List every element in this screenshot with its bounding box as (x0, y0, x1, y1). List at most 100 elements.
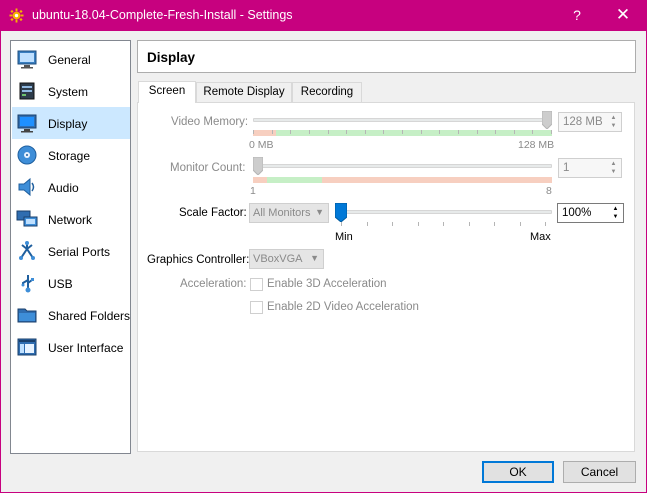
monitor-count-spinbox[interactable]: 1 ▲ ▼ (558, 158, 622, 178)
monitor-count-bar-red (322, 177, 552, 183)
sidebar-item-label: System (48, 85, 89, 99)
enable-3d-acceleration-checkbox[interactable] (250, 278, 263, 291)
monitor-count-slider[interactable] (253, 164, 552, 168)
video-memory-slider[interactable] (253, 118, 552, 122)
slider-tick (341, 222, 342, 226)
scale-factor-min-label: Min (335, 231, 353, 243)
slider-tick (532, 130, 534, 134)
sidebar-item-label: Serial Ports (48, 245, 111, 259)
sidebar-item-network[interactable]: Network (12, 203, 130, 235)
enable-3d-acceleration-label: Enable 3D Acceleration (267, 278, 387, 290)
slider-tick (290, 130, 292, 134)
cancel-button-label: Cancel (580, 465, 619, 479)
graphics-controller-select[interactable]: VBoxVGA ▼ (249, 249, 324, 269)
monitor-count-label: Monitor Count: (170, 162, 246, 174)
slider-tick (271, 130, 273, 134)
monitor-count-value: 1 (563, 162, 570, 174)
video-memory-value: 128 MB (563, 116, 603, 128)
general-icon (17, 50, 37, 69)
sidebar-item-label: User Interface (48, 341, 124, 355)
video-memory-max-label: 128 MB (518, 139, 555, 151)
chevron-down-icon: ▼ (315, 207, 324, 217)
scale-monitor-select-value: All Monitors (253, 207, 311, 219)
user-interface-icon (17, 338, 37, 356)
slider-tick (253, 130, 254, 134)
slider-tick (392, 222, 393, 226)
usb-icon (21, 275, 34, 293)
slider-tick (439, 130, 441, 134)
sidebar-item-label: Storage (48, 149, 91, 163)
scale-factor-label: Scale Factor: (179, 207, 247, 219)
slider-tick (545, 222, 546, 226)
title-bar: ubuntu-18.04-Complete-Fresh-Install - Se… (0, 0, 647, 31)
tab-remote-display[interactable]: Remote Display (196, 82, 292, 102)
sidebar-item-label: Shared Folders (48, 309, 131, 323)
audio-icon (18, 177, 35, 197)
slider-tick (383, 130, 385, 134)
sidebar-item-usb[interactable]: USB (12, 267, 130, 299)
sidebar-item-shared-folders[interactable]: Shared Folders (12, 299, 130, 331)
spin-arrows-icon[interactable]: ▲ ▼ (609, 205, 622, 221)
slider-tick (443, 222, 444, 226)
slider-tick (519, 222, 521, 226)
scale-factor-slider-handle[interactable] (334, 202, 348, 223)
scale-factor-ticks (341, 222, 546, 226)
scale-monitor-select[interactable]: All Monitors ▼ (249, 203, 329, 223)
page-title: Display (147, 50, 196, 65)
shared-folders-icon (17, 308, 37, 323)
slider-tick (417, 222, 419, 226)
video-memory-spinbox[interactable]: 128 MB ▲ ▼ (558, 112, 622, 132)
cancel-button[interactable]: Cancel (563, 461, 636, 483)
video-memory-slider-handle[interactable] (541, 110, 553, 130)
tab-screen[interactable]: Screen (138, 81, 196, 103)
ok-button-label: OK (509, 465, 527, 479)
enable-2d-video-acceleration-checkbox[interactable] (250, 301, 263, 314)
sidebar-item-display[interactable]: Display (12, 107, 130, 139)
help-button[interactable]: ? (562, 0, 592, 31)
slider-tick (327, 130, 329, 134)
sidebar-item-general[interactable]: General (12, 43, 130, 75)
video-memory-ticks (253, 130, 552, 134)
sidebar-item-label: Audio (48, 181, 79, 195)
graphics-controller-label: Graphics Controller: (147, 254, 250, 266)
monitor-count-max-label: 8 (546, 185, 552, 197)
storage-icon (17, 145, 37, 165)
settings-sidebar: General System Display Storage Audio Net… (10, 40, 131, 454)
sidebar-item-audio[interactable]: Audio (12, 171, 130, 203)
section-header: Display (137, 40, 636, 73)
graphics-controller-value: VBoxVGA (253, 253, 303, 265)
scale-factor-slider[interactable] (335, 210, 552, 214)
spin-arrows-icon[interactable]: ▲ ▼ (607, 160, 620, 176)
sidebar-item-user-interface[interactable]: User Interface (12, 331, 130, 363)
sidebar-item-system[interactable]: System (12, 75, 130, 107)
slider-tick (346, 130, 348, 134)
close-button[interactable]: ✕ (605, 0, 641, 31)
slider-tick (402, 130, 403, 134)
acceleration-label: Acceleration: (180, 278, 247, 290)
sidebar-item-serial-ports[interactable]: Serial Ports (12, 235, 130, 267)
system-icon (19, 82, 35, 100)
chevron-down-icon: ▼ (310, 253, 319, 263)
enable-2d-video-acceleration-label: Enable 2D Video Acceleration (267, 301, 419, 313)
slider-tick (308, 130, 310, 134)
screen-tab-panel: Video Memory: 0 MB 128 MB 128 MB ▲ ▼ Moni… (137, 102, 635, 452)
sidebar-item-storage[interactable]: Storage (12, 139, 130, 171)
slider-tick (468, 222, 470, 226)
tab-recording[interactable]: Recording (292, 82, 362, 102)
scale-factor-spinbox[interactable]: 100% ▲ ▼ (557, 203, 624, 223)
ok-button[interactable]: OK (482, 461, 554, 483)
video-memory-min-label: 0 MB (249, 139, 274, 151)
scale-factor-max-label: Max (530, 231, 551, 243)
slider-tick (513, 130, 515, 134)
slider-tick (495, 130, 497, 134)
monitor-count-slider-handle[interactable] (252, 156, 264, 176)
slider-tick (366, 222, 368, 226)
monitor-count-min-label: 1 (250, 185, 256, 197)
window-title: ubuntu-18.04-Complete-Fresh-Install - Se… (32, 8, 293, 22)
sidebar-item-label: Display (48, 117, 88, 131)
monitor-count-bar-green (267, 177, 322, 183)
spin-arrows-icon[interactable]: ▲ ▼ (607, 114, 620, 130)
slider-tick (476, 130, 478, 134)
network-icon (16, 210, 38, 227)
display-icon (17, 114, 37, 133)
